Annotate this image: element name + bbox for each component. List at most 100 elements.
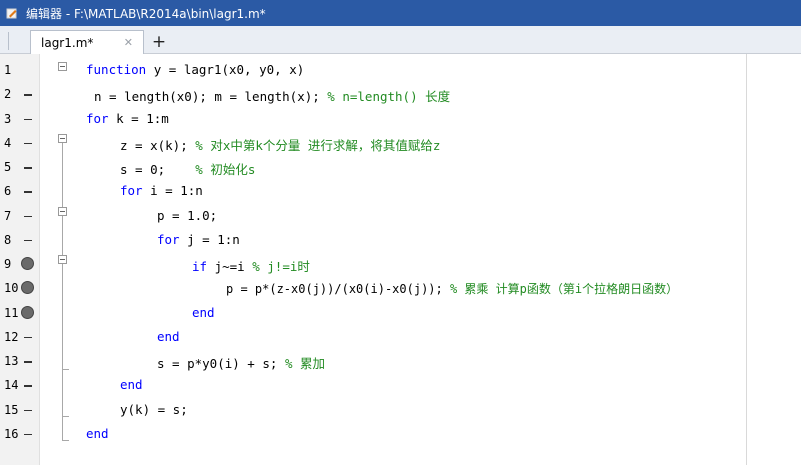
code-line-6[interactable]: 6 for i = 1:n [0, 179, 801, 203]
code-text: s = p*y0(i) + s; % 累加 [157, 353, 325, 372]
line-number: 6 [4, 184, 12, 199]
close-icon[interactable]: ✕ [124, 36, 133, 49]
window-title: 编辑器 - F:\MATLAB\R2014a\bin\lagr1.m* [26, 6, 266, 21]
code-line-16[interactable]: 16 end [0, 422, 801, 446]
executable-line-marker[interactable] [24, 361, 32, 363]
new-tab-button[interactable]: + [148, 31, 170, 53]
code-text: y(k) = s; [120, 402, 188, 417]
code-line-1[interactable]: 1 function y = lagr1(x0, y0, x) [0, 58, 801, 82]
code-segment: s = p*y0(i) + s; [157, 356, 285, 371]
code-text: end [120, 377, 143, 392]
breakpoint-icon[interactable] [21, 257, 34, 270]
keyword: for [86, 110, 109, 126]
code-line-5[interactable]: 5 s = 0; % 初始化s [0, 155, 801, 179]
tab-label: lagr1.m* [41, 35, 94, 50]
comment: % 初始化s [195, 162, 256, 177]
executable-line-marker[interactable] [24, 409, 32, 411]
code-text: if j~=i % j!=i时 [192, 256, 310, 275]
comment: % 累加 [284, 356, 325, 371]
executable-line-marker[interactable] [24, 118, 32, 120]
keyword: function [86, 62, 147, 77]
code-text: z = x(k); % 对x中第k个分量 进行求解，将其值赋给z [120, 135, 440, 154]
line-number: 3 [4, 111, 12, 126]
code-text: n = length(x0); m = length(x); % n=lengt… [94, 86, 450, 105]
keyword: end [86, 425, 109, 441]
code-segment: p = 1.0; [157, 207, 218, 223]
code-segment: y = lagr1(x0, y0, x) [146, 62, 305, 77]
line-number: 8 [4, 232, 12, 247]
code-text: for j = 1:n [157, 232, 240, 247]
executable-line-marker[interactable] [24, 239, 32, 242]
tab-strip: lagr1.m* ✕ + [0, 26, 801, 54]
code-text: end [192, 305, 215, 320]
code-segment: s = 0; [120, 162, 196, 177]
comment: % 累乘 计算p函数（第i个拉格朗日函数） [449, 282, 679, 297]
code-line-12[interactable]: 12 end [0, 325, 801, 349]
executable-line-marker[interactable] [24, 385, 32, 387]
keyword: end [157, 328, 180, 344]
code-line-13[interactable]: 13 s = p*y0(i) + s; % 累加 [0, 349, 801, 373]
keyword: end [192, 304, 215, 320]
code-text: for k = 1:m [86, 111, 169, 126]
code-text: end [157, 329, 180, 344]
line-number: 9 [4, 257, 12, 271]
code-segment: y(k) = s; [120, 401, 188, 417]
code-line-8[interactable]: 8 for j = 1:n [0, 228, 801, 252]
line-number: 11 [4, 305, 19, 320]
code-text: s = 0; % 初始化s [120, 159, 255, 178]
code-segment: j~=i [207, 259, 253, 274]
code-line-15[interactable]: 15 y(k) = s; [0, 398, 801, 422]
code-segment: k = 1:m [108, 110, 169, 126]
code-line-11[interactable]: 11 end [0, 301, 801, 325]
code-text: end [86, 426, 109, 441]
line-number: 12 [4, 329, 19, 344]
tab-strip-handle [8, 32, 15, 50]
code-segment: i = 1:n [142, 183, 203, 199]
code-line-2[interactable]: 2 n = length(x0); m = length(x); % n=len… [0, 82, 801, 106]
code-editor[interactable]: 1 function y = lagr1(x0, y0, x) 2 n = le… [0, 54, 801, 465]
editor-icon [6, 8, 17, 19]
keyword: for [120, 183, 143, 199]
code-text: p = 1.0; [157, 208, 217, 223]
tab-lagr1[interactable]: lagr1.m* ✕ [30, 30, 144, 54]
line-number: 14 [4, 378, 19, 393]
line-number: 2 [4, 87, 12, 102]
code-segment: j = 1:n [179, 231, 240, 247]
executable-line-marker[interactable] [24, 94, 32, 96]
keyword: if [192, 259, 208, 274]
line-number: 15 [4, 402, 19, 417]
executable-line-marker[interactable] [24, 215, 32, 217]
comment: % j!=i时 [252, 259, 310, 274]
code-line-9[interactable]: 9 if j~=i % j!=i时 [0, 252, 801, 276]
comment: % 对x中第k个分量 进行求解，将其值赋给z [195, 137, 441, 153]
executable-line-marker[interactable] [24, 191, 32, 193]
code-line-10[interactable]: 10 p = p*(z-x0(j))/(x0(i)-x0(j)); % 累乘 计… [0, 276, 801, 300]
code-segment: p = p*(z-x0(j))/(x0(i)-x0(j)); [226, 282, 450, 297]
breakpoint-icon[interactable] [21, 281, 34, 295]
line-number: 5 [4, 160, 12, 174]
line-number: 16 [4, 426, 19, 441]
code-text: p = p*(z-x0(j))/(x0(i)-x0(j)); % 累乘 计算p函… [226, 280, 678, 297]
line-number: 4 [4, 135, 12, 150]
code-segment: n = length(x0); m = length(x); [94, 89, 328, 105]
line-number: 10 [4, 281, 19, 296]
code-line-3[interactable]: 3 for k = 1:m [0, 107, 801, 131]
title-bar: 编辑器 - F:\MATLAB\R2014a\bin\lagr1.m* [0, 0, 801, 26]
code-line-4[interactable]: 4 z = x(k); % 对x中第k个分量 进行求解，将其值赋给z [0, 131, 801, 155]
line-number: 7 [4, 208, 12, 223]
executable-line-marker[interactable] [24, 433, 32, 436]
code-line-14[interactable]: 14 end [0, 373, 801, 397]
keyword: for [157, 231, 180, 247]
breakpoint-icon[interactable] [21, 305, 34, 319]
code-line-7[interactable]: 7 p = 1.0; [0, 204, 801, 228]
line-number: 1 [4, 63, 12, 77]
executable-line-marker[interactable] [24, 167, 32, 169]
executable-line-marker[interactable] [24, 142, 32, 145]
executable-line-marker[interactable] [24, 336, 32, 339]
keyword: end [120, 377, 143, 393]
line-number: 13 [4, 354, 19, 368]
code-segment: z = x(k); [120, 137, 196, 153]
comment: % n=length() 长度 [327, 89, 451, 105]
code-text: for i = 1:n [120, 183, 203, 198]
code-text: function y = lagr1(x0, y0, x) [86, 62, 304, 77]
